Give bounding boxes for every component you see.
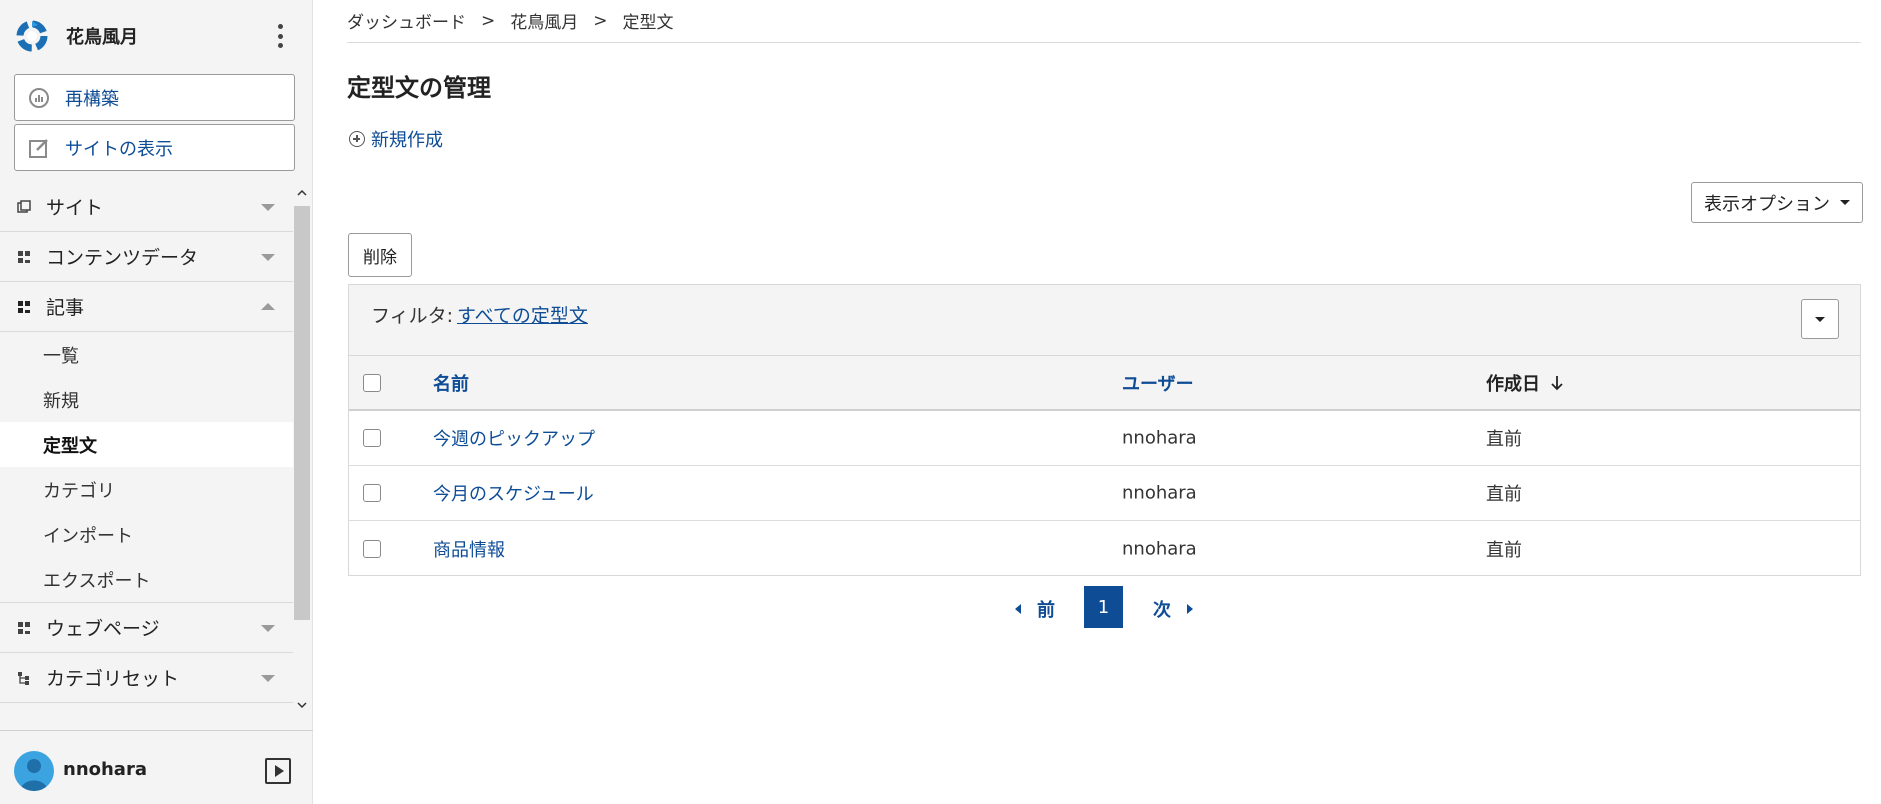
filter-toggle-button[interactable] [1801, 299, 1839, 339]
chevron-down-icon [261, 624, 275, 632]
brand[interactable]: 花鳥風月 [14, 16, 138, 56]
sidebar-scrollbar[interactable] [293, 182, 311, 716]
sidebar-section-label: サイト [46, 197, 104, 219]
pagination: 前 1 次 [313, 586, 1881, 628]
site-name: 花鳥風月 [66, 27, 138, 48]
plus-circle-icon [349, 131, 365, 147]
caret-down-icon [1815, 316, 1825, 322]
sidebar-item-categories[interactable]: カテゴリ [0, 467, 293, 512]
sidebar-section-label: 記事 [46, 297, 85, 319]
sidebar-item-export[interactable]: エクスポート [0, 557, 293, 602]
breadcrumb-current: 定型文 [622, 13, 674, 33]
chevron-down-icon [261, 253, 275, 261]
chevron-left-icon [1015, 604, 1021, 614]
display-options-label: 表示オプション [1704, 193, 1830, 215]
sidebar-section-category-sets[interactable]: カテゴリセット [0, 653, 293, 703]
column-header-name[interactable]: 名前 [433, 370, 469, 396]
page-title: 定型文の管理 [347, 74, 491, 102]
create-new-label: 新規作成 [371, 130, 443, 151]
row-user: nnohara [1122, 538, 1197, 559]
rebuild-label: 再構築 [65, 88, 119, 110]
sidebar-nav: サイト コンテンツデータ 記事 一覧 新規 定型文 カテゴリ インポート エクス… [0, 182, 293, 716]
site-icon [16, 199, 32, 215]
table-row: 商品情報 nnohara 直前 [349, 521, 1860, 576]
breadcrumb-separator: > [481, 10, 496, 31]
create-new-link[interactable]: 新規作成 [349, 126, 443, 152]
chevron-down-icon [261, 203, 275, 211]
column-header-user[interactable]: ユーザー [1122, 370, 1194, 396]
row-user: nnohara [1122, 427, 1197, 449]
row-checkbox[interactable] [363, 429, 381, 447]
view-site-button[interactable]: サイトの表示 [14, 124, 295, 171]
webpages-icon [16, 620, 32, 636]
sidebar-item-import[interactable]: インポート [0, 512, 293, 557]
prev-page-label: 前 [1037, 600, 1055, 621]
collapse-sidebar-icon[interactable] [265, 758, 291, 784]
view-site-label: サイトの表示 [65, 138, 173, 160]
main-content: ダッシュボード > 花鳥風月 > 定型文 定型文の管理 新規作成 表示オプション… [313, 0, 1881, 804]
entries-submenu: 一覧 新規 定型文 カテゴリ インポート エクスポート [0, 332, 293, 603]
display-options-button[interactable]: 表示オプション [1691, 182, 1863, 223]
filter-label: フィルタ: [371, 305, 454, 327]
chevron-up-icon [261, 302, 275, 310]
content-data-icon [16, 249, 32, 265]
column-header-created[interactable]: 作成日 [1486, 370, 1564, 396]
scrollbar-thumb[interactable] [294, 206, 310, 620]
table-row: 今月のスケジュール nnohara 直前 [349, 466, 1860, 521]
category-sets-icon [16, 670, 32, 686]
sidebar-section-label: カテゴリセット [46, 668, 180, 690]
chevron-right-icon [1187, 604, 1193, 614]
site-logo-icon [16, 20, 48, 52]
user-avatar-icon[interactable] [14, 751, 54, 791]
listing-table: フィルタ: すべての定型文 名前 ユーザー 作成日 今週のピックアップ nnoh… [348, 284, 1861, 576]
more-menu-icon[interactable] [272, 22, 288, 50]
row-created: 直前 [1486, 484, 1522, 505]
row-name-link[interactable]: 今月のスケジュール [433, 480, 594, 506]
row-checkbox[interactable] [363, 539, 381, 558]
table-row: 今週のピックアップ nnohara 直前 [349, 411, 1860, 466]
entries-icon [16, 299, 32, 315]
row-created: 直前 [1486, 539, 1522, 561]
sidebar: 花鳥風月 再構築 サイトの表示 サイト コンテンツデータ 記事 一覧 新規 定型… [0, 0, 313, 804]
sidebar-footer: nnohara [0, 730, 313, 804]
sidebar-item-list[interactable]: 一覧 [0, 332, 293, 377]
row-name-link[interactable]: 今週のピックアップ [433, 425, 595, 451]
breadcrumb-site[interactable]: 花鳥風月 [510, 8, 578, 33]
sidebar-section-webpages[interactable]: ウェブページ [0, 603, 293, 653]
scroll-up-icon[interactable] [297, 188, 307, 198]
current-page-button[interactable]: 1 [1084, 586, 1123, 628]
delete-button[interactable]: 削除 [348, 233, 412, 277]
filter-bar: フィルタ: すべての定型文 [349, 285, 1860, 356]
select-all-checkbox[interactable] [363, 373, 381, 392]
sidebar-section-site[interactable]: サイト [0, 182, 293, 232]
column-header-created-label: 作成日 [1486, 373, 1540, 395]
filter-value-link[interactable]: すべての定型文 [457, 301, 588, 328]
breadcrumb: ダッシュボード > 花鳥風月 > 定型文 [347, 8, 674, 34]
sort-descending-icon [1551, 375, 1563, 390]
rebuild-button[interactable]: 再構築 [14, 74, 295, 121]
sidebar-item-new[interactable]: 新規 [0, 377, 293, 422]
external-edit-icon [27, 136, 51, 160]
row-name-link[interactable]: 商品情報 [433, 536, 505, 562]
username[interactable]: nnohara [63, 759, 147, 780]
row-checkbox[interactable] [363, 484, 381, 502]
chevron-down-icon [261, 674, 275, 682]
sidebar-section-label: ウェブページ [46, 618, 160, 640]
caret-down-icon [1840, 200, 1850, 205]
row-user: nnohara [1122, 482, 1197, 504]
scroll-down-icon[interactable] [297, 700, 307, 710]
sidebar-item-boilerplates[interactable]: 定型文 [0, 422, 293, 467]
divider [347, 42, 1861, 43]
sidebar-section-label: コンテンツデータ [46, 247, 199, 269]
row-created: 直前 [1486, 429, 1522, 450]
rebuild-icon [27, 86, 51, 110]
prev-page-button[interactable]: 前 [1015, 596, 1055, 622]
sidebar-section-entries[interactable]: 記事 [0, 282, 293, 332]
table-header: 名前 ユーザー 作成日 [349, 356, 1860, 411]
breadcrumb-dashboard[interactable]: ダッシュボード [347, 8, 466, 33]
sidebar-section-content-data[interactable]: コンテンツデータ [0, 232, 293, 282]
breadcrumb-separator: > [593, 10, 608, 31]
next-page-button[interactable]: 次 [1153, 596, 1193, 622]
next-page-label: 次 [1153, 600, 1171, 621]
